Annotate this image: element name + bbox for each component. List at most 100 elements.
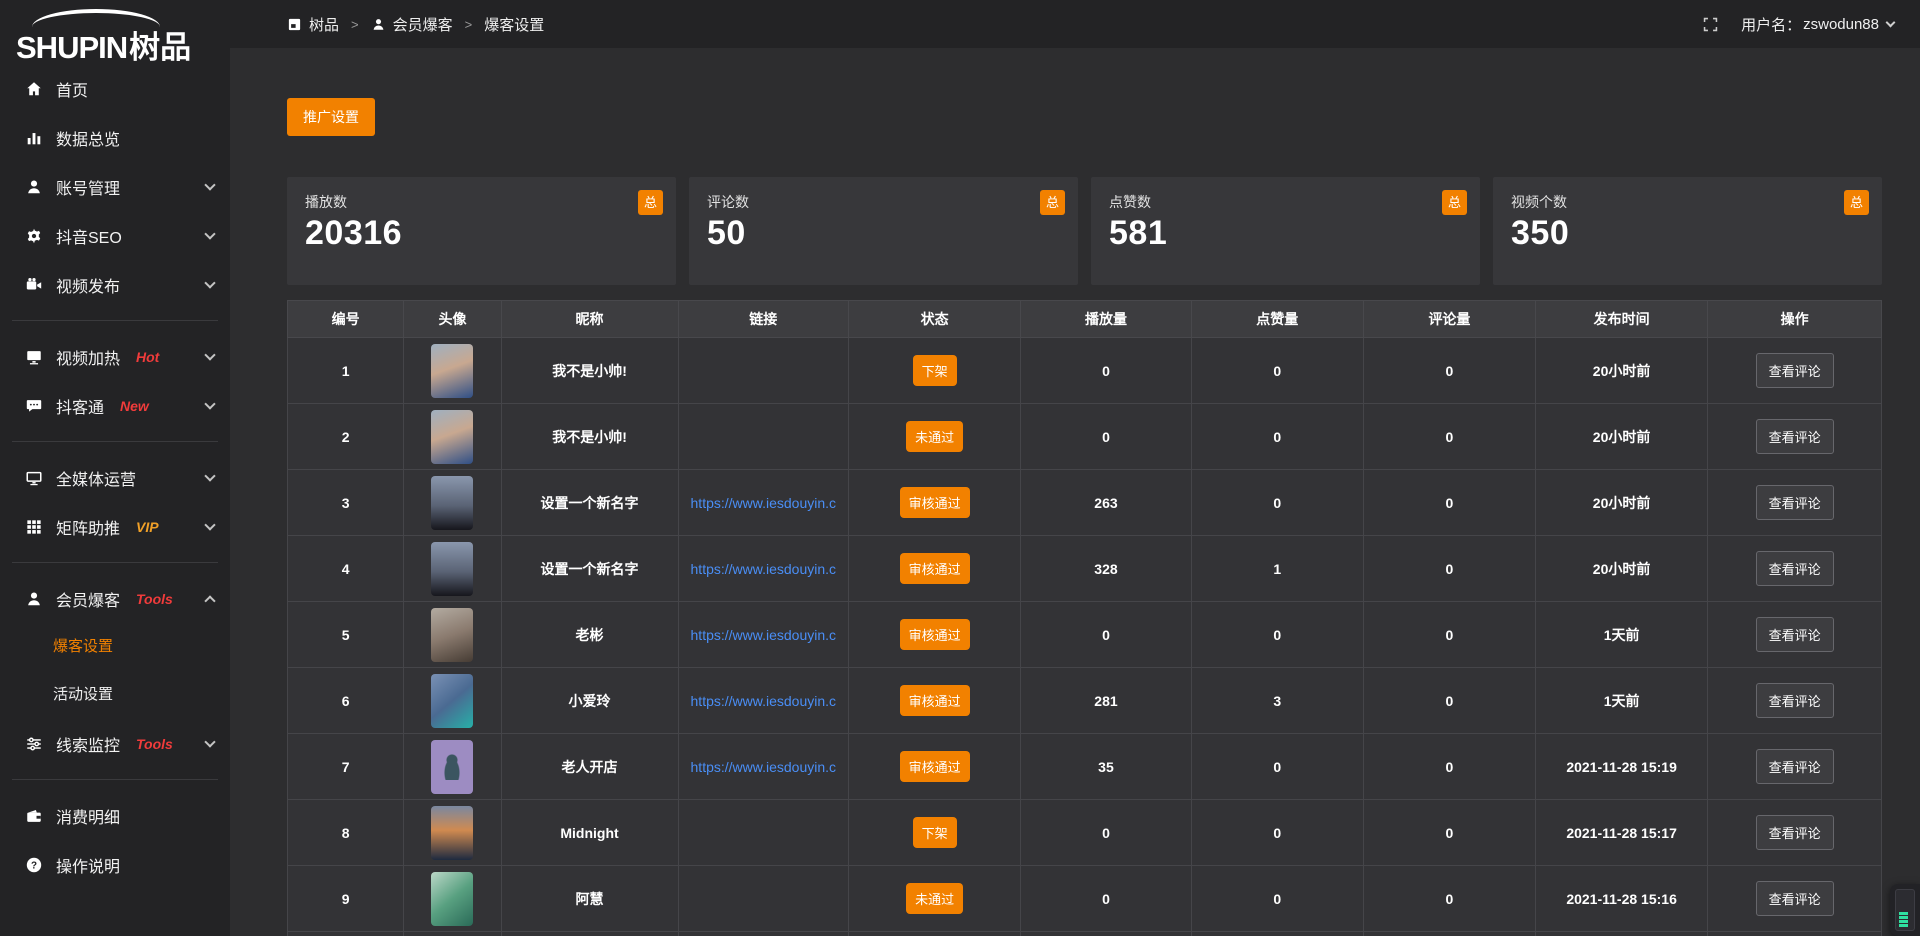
- stat-value: 20316: [305, 214, 658, 253]
- sidebar-item-tag: New: [120, 398, 149, 414]
- breadcrumb-item-member-baoke[interactable]: 会员爆客: [371, 14, 453, 35]
- sidebar-item-label: 抖音SEO: [56, 224, 122, 248]
- cell-comments: 0: [1363, 470, 1535, 536]
- cell-action: 查看评论: [1708, 602, 1882, 668]
- total-badge: 总: [1844, 190, 1869, 215]
- cell-id: [288, 932, 404, 936]
- avatar: [431, 608, 473, 662]
- sidebar-item-video-publish[interactable]: 视频发布: [0, 260, 230, 309]
- sidebar-item-label: 全媒体运营: [56, 466, 136, 490]
- total-badge: 总: [638, 190, 663, 215]
- cell-id: 9: [288, 866, 404, 932]
- table-row: 4设置一个新名字https://www.iesdouyin.c审核通过32810…: [288, 536, 1882, 602]
- status-button[interactable]: 审核通过: [900, 619, 970, 650]
- cell-avatar: [404, 800, 501, 866]
- cell-id: 7: [288, 734, 404, 800]
- cell-link: [678, 404, 849, 470]
- user-menu[interactable]: 用户名：zswodun88: [1741, 14, 1894, 35]
- status-button[interactable]: 未通过: [906, 883, 963, 914]
- sidebar-item-operation-guide[interactable]: ?操作说明: [0, 840, 230, 889]
- status-button[interactable]: 审核通过: [900, 685, 970, 716]
- status-button[interactable]: 下架: [913, 355, 957, 386]
- video-link[interactable]: https://www.iesdouyin.c: [691, 561, 837, 577]
- breadcrumb-separator: >: [465, 17, 473, 32]
- sidebar-item-member-baoke[interactable]: 会员爆客Tools: [0, 574, 230, 623]
- cell-status: 未通过: [849, 866, 1021, 932]
- view-comments-button[interactable]: 查看评论: [1756, 617, 1834, 652]
- status-button[interactable]: 下架: [913, 817, 957, 848]
- sidebar-item-video-heat[interactable]: 视频加热Hot: [0, 332, 230, 381]
- status-button[interactable]: 未通过: [906, 421, 963, 452]
- col-header-plays: 播放量: [1021, 301, 1192, 338]
- sidebar-item-clue-monitor[interactable]: 线索监控Tools: [0, 719, 230, 768]
- sidebar-subitem-activity-settings[interactable]: 活动设置: [0, 671, 230, 719]
- view-comments-button[interactable]: 查看评论: [1756, 683, 1834, 718]
- cell-comments: 0: [1363, 800, 1535, 866]
- brand-logo[interactable]: SHUPIN树品: [0, 0, 230, 64]
- chevron-down-icon: [204, 277, 215, 288]
- username-value: zswodun88: [1803, 16, 1879, 33]
- breadcrumb-separator: >: [351, 17, 359, 32]
- breadcrumb-item-shupin[interactable]: 树品: [287, 14, 339, 35]
- col-header-comments: 评论量: [1363, 301, 1535, 338]
- view-comments-button[interactable]: 查看评论: [1756, 485, 1834, 520]
- svg-text:?: ?: [31, 860, 37, 871]
- monitor-icon: [24, 468, 44, 488]
- sidebar-item-matrix-boost[interactable]: 矩阵助推VIP: [0, 502, 230, 551]
- cell-likes: 0: [1191, 866, 1363, 932]
- cell-id: 5: [288, 602, 404, 668]
- video-link[interactable]: https://www.iesdouyin.c: [691, 495, 837, 511]
- sidebar-item-data-overview[interactable]: 数据总览: [0, 113, 230, 162]
- view-comments-button[interactable]: 查看评论: [1756, 419, 1834, 454]
- sidebar-item-tag: Tools: [136, 591, 173, 607]
- breadcrumb-item-current: 爆客设置: [484, 14, 544, 35]
- sidebar-subitem-baoke-settings[interactable]: 爆客设置: [0, 623, 230, 671]
- col-header-action: 操作: [1708, 301, 1882, 338]
- cell-likes: 0: [1191, 800, 1363, 866]
- cell-likes: 0: [1191, 404, 1363, 470]
- username-label: 用户名：: [1741, 14, 1801, 35]
- sidebar-item-consume-detail[interactable]: 消费明细: [0, 791, 230, 840]
- cell-nickname: 设置一个新名字: [501, 470, 678, 536]
- avatar: [431, 674, 473, 728]
- cell-action: 查看评论: [1708, 800, 1882, 866]
- view-comments-button[interactable]: 查看评论: [1756, 551, 1834, 586]
- sidebar-item-media-operation[interactable]: 全媒体运营: [0, 453, 230, 502]
- sidebar-item-home[interactable]: 首页: [0, 64, 230, 113]
- chevron-down-icon: [204, 228, 215, 239]
- total-badge: 总: [1040, 190, 1065, 215]
- stat-value: 50: [707, 214, 1060, 253]
- table-row: 2我不是小帅!未通过00020小时前查看评论: [288, 404, 1882, 470]
- table-row: 3设置一个新名字https://www.iesdouyin.c审核通过26300…: [288, 470, 1882, 536]
- promo-settings-button[interactable]: 推广设置: [287, 98, 375, 136]
- view-comments-button[interactable]: 查看评论: [1756, 749, 1834, 784]
- cell-plays: 0: [1021, 800, 1192, 866]
- video-link[interactable]: https://www.iesdouyin.c: [691, 693, 837, 709]
- video-link[interactable]: https://www.iesdouyin.c: [691, 627, 837, 643]
- sidebar-item-douyin-seo[interactable]: 抖音SEO: [0, 211, 230, 260]
- status-button[interactable]: 审核通过: [900, 553, 970, 584]
- cell-avatar: [404, 866, 501, 932]
- cell-time: 1天前: [1536, 602, 1708, 668]
- main-area: 树品 > 会员爆客 > 爆客设置 用户名：zswodun88: [230, 0, 1920, 936]
- cell-nickname: Midnight: [501, 800, 678, 866]
- fullscreen-icon[interactable]: [1702, 16, 1719, 33]
- video-link[interactable]: https://www.iesdouyin.c: [691, 759, 837, 775]
- sidebar-item-douketong[interactable]: 抖客通New: [0, 381, 230, 430]
- cell-comments: [1363, 932, 1535, 936]
- status-button[interactable]: 审核通过: [900, 487, 970, 518]
- content: 推广设置 播放数 20316 总 评论数 50 总 点赞数 581 总 视频个数…: [230, 48, 1920, 936]
- view-comments-button[interactable]: 查看评论: [1756, 815, 1834, 850]
- sidebar: SHUPIN树品 首页数据总览账号管理抖音SEO 视频发布视频加热Hot抖客通Ne…: [0, 0, 230, 936]
- cell-id: 3: [288, 470, 404, 536]
- floating-widget[interactable]: [1890, 884, 1920, 936]
- cell-link: https://www.iesdouyin.c: [678, 668, 849, 734]
- cell-time: 20小时前: [1536, 338, 1708, 404]
- sidebar-divider: [12, 562, 218, 563]
- chat-icon: [24, 396, 44, 416]
- sidebar-item-account-management[interactable]: 账号管理: [0, 162, 230, 211]
- status-button[interactable]: 审核通过: [900, 751, 970, 782]
- view-comments-button[interactable]: 查看评论: [1756, 353, 1834, 388]
- view-comments-button[interactable]: 查看评论: [1756, 881, 1834, 916]
- col-header-avatar: 头像: [404, 301, 501, 338]
